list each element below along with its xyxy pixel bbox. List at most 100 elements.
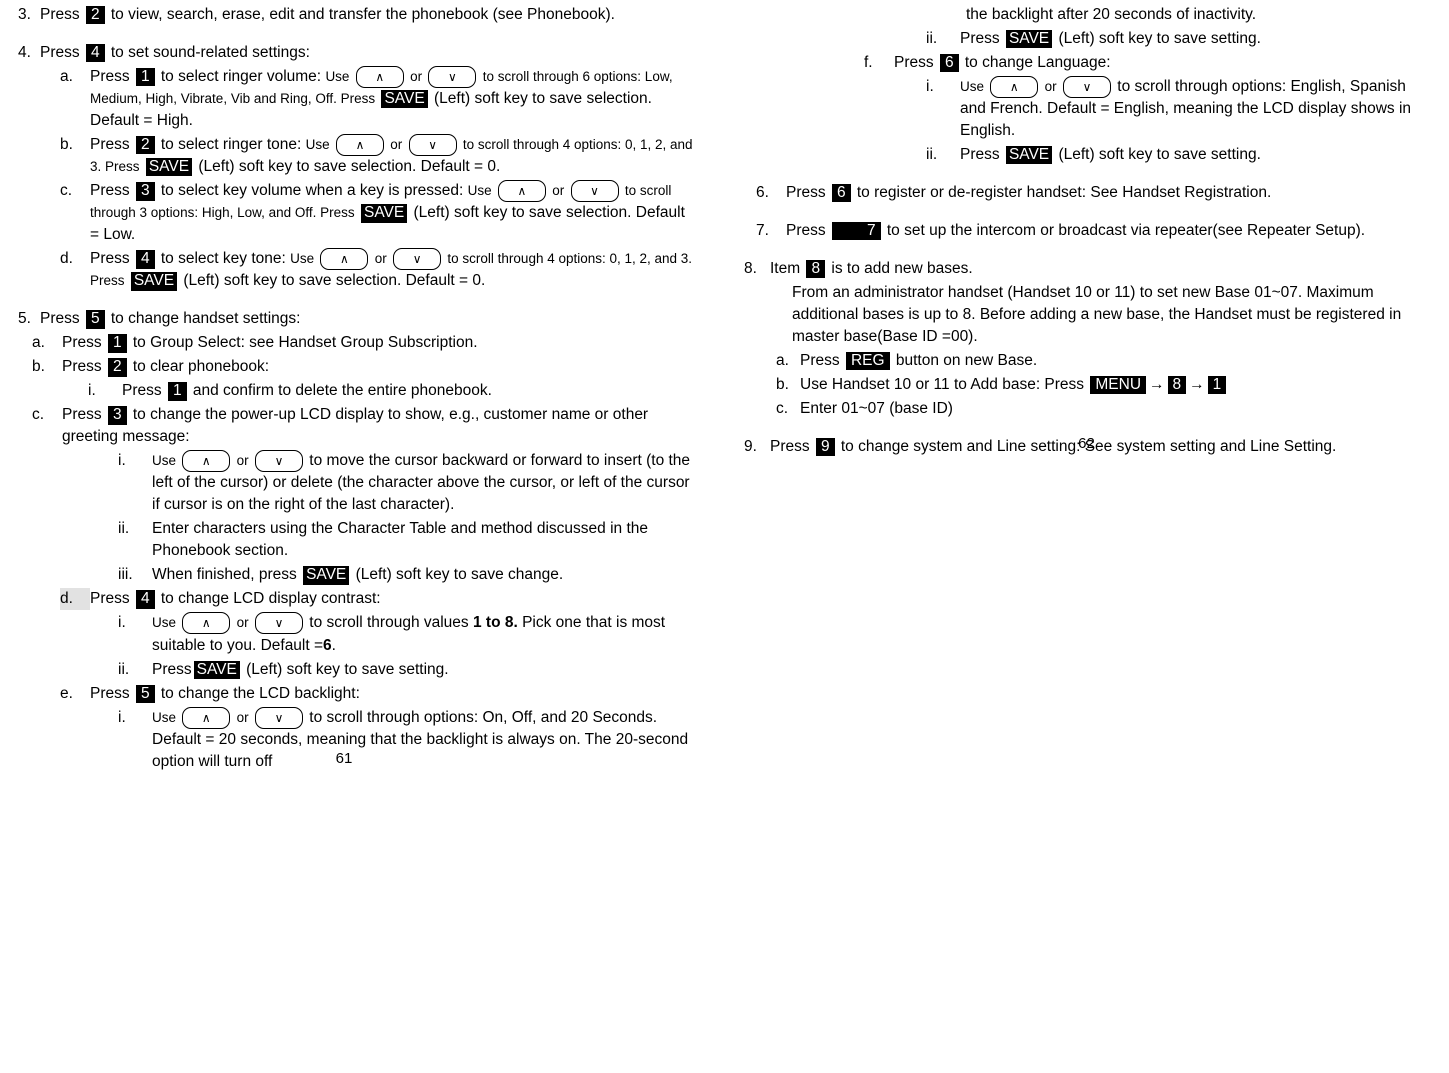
key-save[interactable]: SAVE xyxy=(193,660,240,679)
key-save[interactable]: SAVE xyxy=(303,566,350,585)
text: Press xyxy=(62,334,102,352)
down-arrow-key-icon[interactable]: ∨ xyxy=(254,706,303,729)
list-item-5b: b. Press 2 to clear phonebook: xyxy=(32,356,698,378)
list-item-4: 4. Press 4 to set sound-related settings… xyxy=(18,42,698,64)
text: and confirm to delete the entire phonebo… xyxy=(192,382,492,400)
list-item-5f-i: i. Use ∧ or ∨ to scroll through options:… xyxy=(926,76,1423,142)
key-3[interactable]: 3 xyxy=(135,182,155,201)
up-arrow-key-icon[interactable]: ∧ xyxy=(497,180,546,203)
list-item-5d-ii-label: ii. xyxy=(118,660,130,678)
down-arrow-key-icon[interactable]: ∨ xyxy=(428,66,477,88)
key-5[interactable]: 5 xyxy=(85,310,105,329)
key-8[interactable]: 8 xyxy=(806,260,826,279)
text: to change the power-up LCD display to sh… xyxy=(62,406,649,446)
list-item-5d: d. Press 4 to change LCD display contras… xyxy=(60,588,698,611)
text: Press xyxy=(786,184,826,202)
text: to change the LCD backlight: xyxy=(160,684,360,702)
up-arrow-key-icon[interactable]: ∧ xyxy=(182,450,231,473)
key-5[interactable]: 5 xyxy=(135,684,155,703)
list-item-5c: c. Press 3 to change the power-up LCD di… xyxy=(32,404,698,448)
list-item-5c-i: i. Use ∧ or ∨ to move the cursor backwar… xyxy=(118,450,698,516)
down-arrow-key-icon[interactable]: ∨ xyxy=(254,612,303,635)
up-arrow-key-icon[interactable]: ∧ xyxy=(990,76,1039,98)
key-3[interactable]: 3 xyxy=(107,406,127,425)
up-arrow-glyph: ∧ xyxy=(375,69,385,84)
text: Press xyxy=(90,182,130,200)
text: (Left) soft key to save setting. xyxy=(246,660,449,678)
text: Press xyxy=(122,382,162,400)
text: Press xyxy=(90,590,130,608)
text: Enter 01~07 (base ID) xyxy=(800,400,953,418)
key-save[interactable]: SAVE xyxy=(145,158,193,177)
list-item-5c-ii: ii. Enter characters using the Character… xyxy=(118,518,698,562)
list-item-4-label: 4. xyxy=(18,44,31,61)
key-2[interactable]: 2 xyxy=(107,358,127,377)
down-arrow-key-icon[interactable]: ∨ xyxy=(254,450,303,473)
key-1[interactable]: 1 xyxy=(107,334,127,353)
key-4[interactable]: 4 xyxy=(85,44,105,63)
text: or xyxy=(236,709,249,725)
page-left: 3. Press 2 to view, search, erase, edit … xyxy=(0,0,724,775)
up-arrow-glyph: ∧ xyxy=(201,454,211,469)
key-7[interactable]: 7 xyxy=(831,222,881,241)
up-arrow-glyph: ∧ xyxy=(201,710,211,725)
down-arrow-key-icon[interactable]: ∨ xyxy=(408,134,457,157)
text: Use Handset 10 or 11 to Add base: Press xyxy=(800,376,1085,394)
list-item-5f: f. Press 6 to change Language: xyxy=(864,52,1423,74)
text: to change handset settings: xyxy=(110,310,301,328)
key-menu[interactable]: MENU xyxy=(1090,376,1147,395)
text: to change LCD display contrast: xyxy=(160,590,381,608)
up-arrow-glyph: ∧ xyxy=(1009,79,1019,94)
list-item-8-paragraph: From an administrator handset (Handset 1… xyxy=(792,282,1423,348)
continuation-text: the backlight after 20 seconds of inacti… xyxy=(966,4,1423,26)
key-save[interactable]: SAVE xyxy=(360,204,408,223)
list-item-4b: b. Press 2 to select ringer tone: Use ∧ … xyxy=(60,134,698,178)
key-2[interactable]: 2 xyxy=(135,136,155,155)
down-arrow-glyph: ∨ xyxy=(448,69,457,84)
key-6[interactable]: 6 xyxy=(831,184,851,203)
text: Press xyxy=(90,68,130,86)
list-item-5f-ii-label: ii. xyxy=(926,146,938,164)
text: to select ringer tone: xyxy=(160,136,302,154)
text: button on new Base. xyxy=(895,352,1038,370)
key-1[interactable]: 1 xyxy=(167,382,187,401)
up-arrow-key-icon[interactable]: ∧ xyxy=(320,248,369,271)
list-item-8: 8. Item 8 is to add new bases. xyxy=(744,258,1423,280)
text: Use xyxy=(152,615,177,631)
key-2[interactable]: 2 xyxy=(85,6,105,25)
key-save[interactable]: SAVE xyxy=(381,90,428,109)
text: Use xyxy=(152,453,177,469)
up-arrow-key-icon[interactable]: ∧ xyxy=(182,612,231,635)
key-save[interactable]: SAVE xyxy=(130,272,178,291)
up-arrow-key-icon[interactable]: ∧ xyxy=(182,706,231,729)
up-arrow-key-icon[interactable]: ∧ xyxy=(355,66,404,88)
list-item-8b-label: b. xyxy=(776,376,789,394)
key-1[interactable]: 1 xyxy=(135,68,155,87)
up-arrow-key-icon[interactable]: ∧ xyxy=(335,134,384,157)
key-save[interactable]: SAVE xyxy=(1005,146,1053,165)
text: (Left) soft key to save setting. xyxy=(1058,146,1261,164)
key-1[interactable]: 1 xyxy=(1207,376,1227,395)
key-8[interactable]: 8 xyxy=(1167,376,1187,395)
text: to register or de-register handset: See … xyxy=(856,184,1272,202)
text: to select key volume when a key is press… xyxy=(160,182,464,200)
key-reg[interactable]: REG xyxy=(845,352,890,371)
down-arrow-key-icon[interactable]: ∨ xyxy=(1062,76,1111,98)
text: or xyxy=(236,453,249,469)
key-6[interactable]: 6 xyxy=(939,54,959,73)
key-save[interactable]: SAVE xyxy=(1005,30,1053,49)
list-item-5e: e. Press 5 to change the LCD backlight: xyxy=(60,683,698,705)
list-item-5c-ii-label: ii. xyxy=(118,520,130,538)
text: or xyxy=(236,615,249,631)
key-4[interactable]: 4 xyxy=(135,590,155,609)
text: or xyxy=(1044,79,1057,95)
key-4[interactable]: 4 xyxy=(135,250,155,269)
list-item-5b-i-label: i. xyxy=(88,382,96,400)
up-arrow-glyph: ∧ xyxy=(355,137,365,152)
page-right: the backlight after 20 seconds of inacti… xyxy=(724,0,1449,460)
page-number-left: 61 xyxy=(335,749,353,767)
down-arrow-key-icon[interactable]: ∨ xyxy=(393,248,442,271)
down-arrow-key-icon[interactable]: ∨ xyxy=(570,180,619,203)
